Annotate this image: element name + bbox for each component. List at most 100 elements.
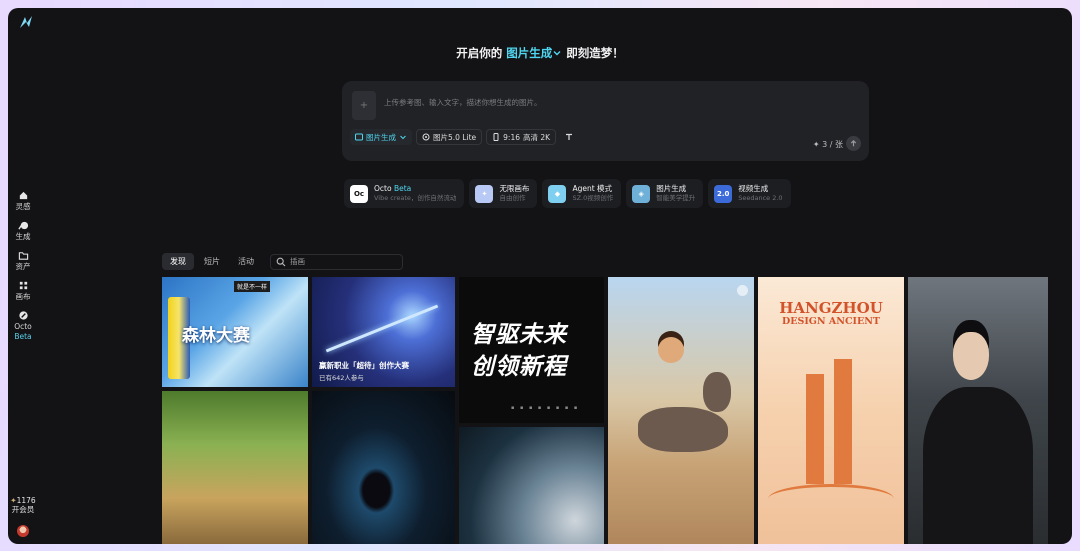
play-icon[interactable] bbox=[737, 285, 748, 296]
tower-shape bbox=[834, 359, 852, 484]
sidebar-item-label: 生成 bbox=[15, 232, 31, 241]
model-icon bbox=[422, 133, 430, 141]
bridge-shape bbox=[768, 484, 894, 514]
video-generation-icon: 2.0 bbox=[714, 184, 733, 203]
calligraphy-dots: ▪ ▪ ▪ ▪ ▪ ▪ ▪ ▪ bbox=[511, 405, 580, 411]
feature-cards: Oc Octo Beta Vibe create，创作自然流动 ✦ 无限画布 自… bbox=[344, 179, 791, 208]
tab-discover[interactable]: 发现 bbox=[162, 253, 194, 270]
send-button[interactable] bbox=[846, 136, 861, 151]
poster-subtitle: DESIGN ANCIENT bbox=[782, 316, 880, 327]
gallery-item-mecha-contest[interactable]: 赢新职业「超待」创作大赛 已有642人参与 bbox=[312, 277, 455, 387]
card-subtitle: 智能美学提升 bbox=[656, 194, 696, 202]
face-shape bbox=[953, 332, 989, 380]
gallery-grid: 就是不一样 森林大赛 赢新职业「超待」创作大赛 已有642人参与 智驱未来 创领… bbox=[162, 277, 1048, 544]
headline-suffix: 即刻造梦！ bbox=[566, 46, 624, 60]
model-select[interactable]: 图片5.0 Lite bbox=[416, 129, 483, 145]
sidebar-item-label: Octo bbox=[14, 322, 32, 331]
poster-title: HANGZHOU bbox=[779, 299, 883, 317]
calligraphy-line-2: 创领新程 bbox=[471, 353, 567, 380]
tab-shorts[interactable]: 短片 bbox=[196, 253, 228, 270]
text-format-button[interactable] bbox=[560, 129, 578, 145]
contest-badge: 就是不一样 bbox=[234, 281, 271, 292]
card-subtitle: SZ.0视频创作 bbox=[572, 194, 614, 202]
card-title: 图片生成 bbox=[656, 184, 687, 193]
credit-cost: ✦ 3 / 张 bbox=[812, 140, 843, 149]
gallery-item-forest-house[interactable] bbox=[162, 391, 308, 544]
vip-count: ✦1176 bbox=[10, 496, 36, 505]
octo-icon: Oc bbox=[350, 184, 368, 203]
vip-count-value: 1176 bbox=[16, 496, 36, 505]
page-headline: 开启你的 图片生成 即刻造梦！ bbox=[8, 45, 1072, 61]
vip-button[interactable]: ✦1176 开会员 bbox=[8, 496, 38, 514]
robe-shape bbox=[923, 387, 1033, 544]
gallery-item-abstract-eye[interactable] bbox=[312, 391, 455, 544]
gallery-caption: 赢新职业「超待」创作大赛 bbox=[319, 361, 409, 370]
sidebar-item-label: 画布 bbox=[15, 292, 31, 301]
arrow-up-icon bbox=[850, 139, 857, 147]
card-subtitle: Seedance 2.0 bbox=[738, 194, 783, 202]
canvas-icon bbox=[19, 281, 27, 290]
plus-icon: + bbox=[359, 100, 369, 111]
gallery-item-science-spiral[interactable] bbox=[459, 427, 604, 544]
upload-reference-button[interactable]: + bbox=[352, 91, 376, 120]
gallery-item-hangzhou-poster[interactable]: HANGZHOU DESIGN ANCIENT bbox=[758, 277, 904, 544]
beta-badge: Beta bbox=[14, 332, 32, 341]
headline-prefix: 开启你的 bbox=[456, 46, 503, 60]
ratio-quality-select[interactable]: 9:16 高清 2K bbox=[486, 129, 557, 145]
agent-icon: ◆ bbox=[548, 184, 567, 203]
text-format-icon bbox=[566, 133, 573, 140]
card-agent-mode[interactable]: ◆ Agent 模式 SZ.0视频创作 bbox=[542, 179, 622, 208]
sidebar: 灵感 生成 资产 画布 Octo Beta bbox=[8, 190, 38, 350]
card-infinite-canvas[interactable]: ✦ 无限画布 自由创作 bbox=[469, 179, 538, 208]
card-octo[interactable]: Oc Octo Beta Vibe create，创作自然流动 bbox=[344, 179, 465, 208]
model-select-label: 图片5.0 Lite bbox=[433, 132, 477, 142]
calligraphy-line-1: 智驱未来 bbox=[471, 321, 567, 348]
sidebar-item-assets[interactable]: 资产 bbox=[8, 250, 38, 271]
gallery-item-calligraphy[interactable]: 智驱未来 创领新程 ▪ ▪ ▪ ▪ ▪ ▪ ▪ ▪ bbox=[459, 277, 604, 423]
mode-select-label: 图片生成 bbox=[366, 132, 396, 142]
gallery-participants: 已有642人参与 bbox=[319, 374, 364, 382]
boy-figure bbox=[658, 337, 684, 363]
card-title: 无限画布 bbox=[499, 184, 530, 193]
canvas-icon: ✦ bbox=[475, 184, 494, 203]
app-logo-icon[interactable] bbox=[18, 14, 34, 30]
generate-icon bbox=[17, 221, 28, 230]
app-window: 灵感 生成 资产 画布 Octo Beta ✦1176 开会员 开启你的 图片生… bbox=[8, 8, 1072, 544]
image-mode-icon bbox=[355, 133, 363, 141]
card-subtitle: Vibe create，创作自然流动 bbox=[374, 194, 457, 202]
sidebar-item-generate[interactable]: 生成 bbox=[8, 220, 38, 241]
chevron-down-icon bbox=[553, 51, 561, 56]
octo-icon bbox=[18, 311, 28, 320]
beta-badge: Beta bbox=[393, 184, 412, 193]
sidebar-item-label: 灵感 bbox=[15, 202, 31, 211]
search-icon bbox=[276, 257, 286, 266]
gallery-item-beer-contest[interactable]: 就是不一样 森林大赛 bbox=[162, 277, 308, 387]
headline-mode-dropdown[interactable]: 图片生成 bbox=[506, 46, 562, 60]
card-image-generation[interactable]: ◈ 图片生成 智能美学提升 bbox=[626, 179, 704, 208]
card-title: Octo Beta bbox=[374, 184, 456, 194]
sidebar-item-canvas[interactable]: 画布 bbox=[8, 280, 38, 301]
prompt-input[interactable]: 上传参考图、输入文字，描述你想生成的图片。 bbox=[384, 97, 542, 108]
card-title: Agent 模式 bbox=[572, 184, 613, 193]
feed-tabs: 发现 短片 活动 插画 bbox=[162, 253, 403, 270]
quality-label: 高清 2K bbox=[522, 132, 551, 142]
tower-shape bbox=[806, 374, 824, 484]
prompt-toolbar: 图片生成 图片5.0 Lite 9:16 高清 2K bbox=[350, 129, 578, 145]
card-subtitle: 自由创作 bbox=[499, 194, 526, 202]
gallery-item-swordsman[interactable] bbox=[908, 277, 1048, 544]
donkey-body bbox=[638, 407, 728, 452]
card-video-generation[interactable]: 2.0 视频生成 Seedance 2.0 bbox=[708, 179, 791, 208]
tab-events[interactable]: 活动 bbox=[230, 253, 262, 270]
search-input[interactable]: 插画 bbox=[270, 253, 403, 270]
folder-icon bbox=[18, 252, 28, 260]
card-title: 视频生成 bbox=[738, 184, 769, 193]
sidebar-item-inspiration[interactable]: 灵感 bbox=[8, 190, 38, 211]
home-icon bbox=[19, 191, 27, 200]
avatar[interactable] bbox=[17, 525, 29, 537]
gallery-item-boy-on-donkey[interactable] bbox=[608, 277, 754, 544]
vip-label: 开会员 bbox=[11, 505, 35, 514]
chevron-down-icon bbox=[400, 135, 406, 140]
mode-select[interactable]: 图片生成 bbox=[350, 129, 412, 145]
search-placeholder: 插画 bbox=[290, 257, 305, 266]
sidebar-item-octo[interactable]: Octo Beta bbox=[8, 310, 38, 341]
